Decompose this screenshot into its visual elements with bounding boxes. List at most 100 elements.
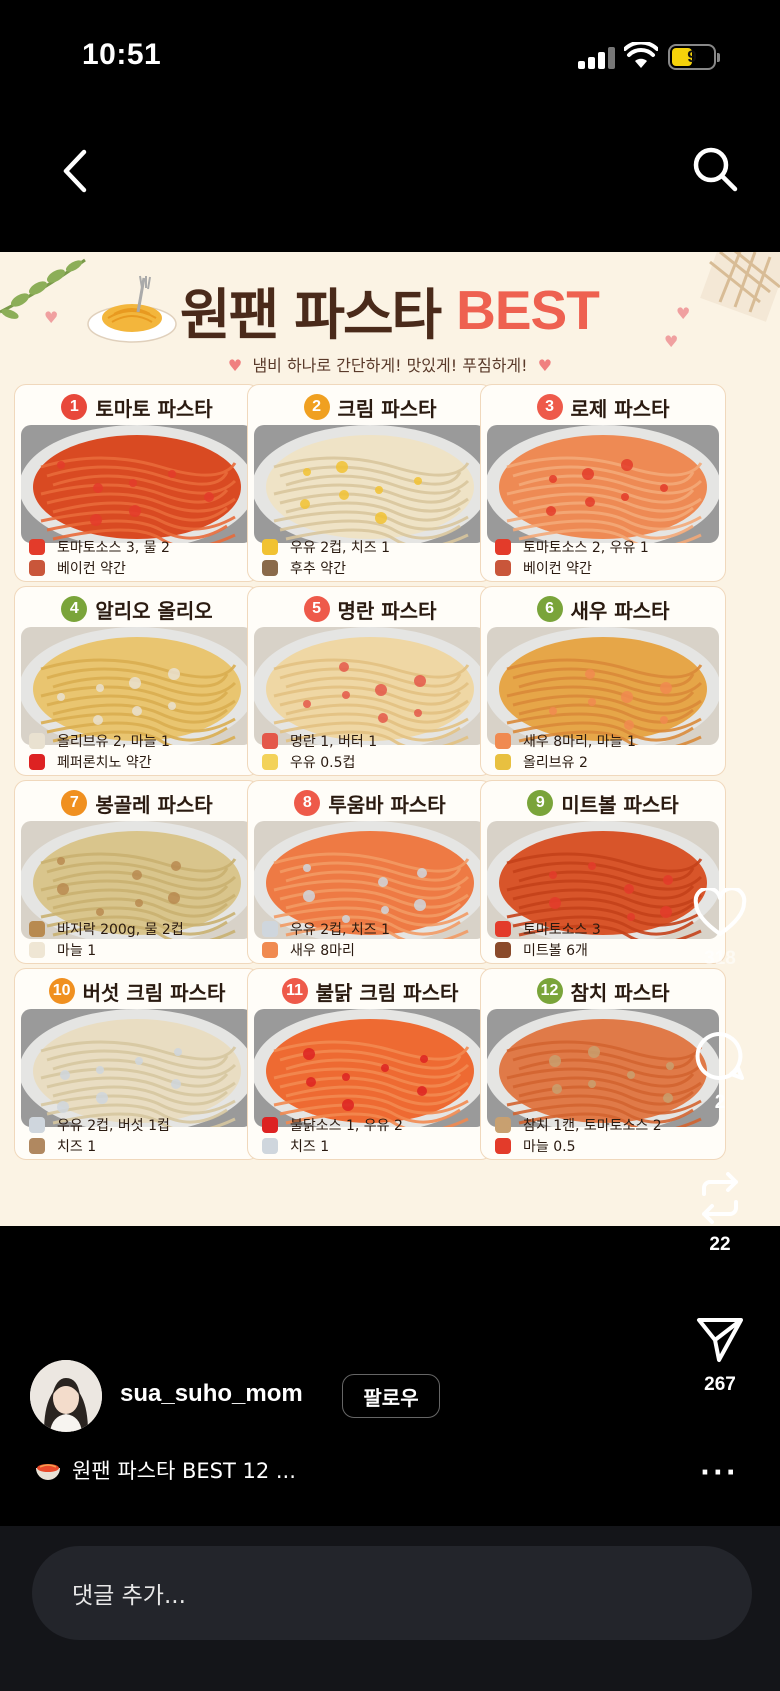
heart-icon[interactable] xyxy=(693,886,747,938)
ingredient-text: 올리브유 2 xyxy=(523,755,588,771)
ingredient-text: 마늘 0.5 xyxy=(523,1139,576,1155)
ingredient-icon xyxy=(262,1117,278,1133)
recipe-card: 4 알리오 올리오 올리브유 2, 마늘 1 페퍼론치노 약간 xyxy=(14,586,260,776)
ingredient-icon xyxy=(262,921,278,937)
repost-count: 22 xyxy=(709,1234,731,1255)
ingredient-line: 토마토소스 2, 우유 1 xyxy=(495,537,715,557)
follow-button[interactable]: 팔로우 xyxy=(342,1374,440,1418)
ingredient-icon xyxy=(495,1138,511,1154)
repost-action[interactable]: 22 xyxy=(680,1172,760,1256)
ingredient-text: 우유 2컵, 치즈 1 xyxy=(290,922,391,938)
ingredient-icon xyxy=(495,942,511,958)
ingredient-line: 명란 1, 버터 1 xyxy=(262,731,482,751)
ingredient-icon xyxy=(29,539,45,555)
pasta-plate-icon xyxy=(87,275,177,343)
recipe-card-title: 2 크림 파스타 xyxy=(248,391,492,423)
ingredient-text: 치즈 1 xyxy=(290,1139,330,1155)
ingredient-line: 페퍼론치노 약간 xyxy=(29,752,249,772)
ingredient-text: 새우 8마리 xyxy=(290,943,355,959)
ingredient-text: 후추 약간 xyxy=(290,561,346,577)
search-icon[interactable] xyxy=(690,144,740,194)
ingredient-text: 토마토소스 3 xyxy=(523,922,601,938)
ingredient-text: 마늘 1 xyxy=(57,943,97,959)
ingredient-line: 우유 2컵, 버섯 1컵 xyxy=(29,1115,249,1135)
pasta-dish-image xyxy=(487,425,719,543)
ingredient-text: 새우 8마리, 마늘 1 xyxy=(523,734,636,750)
recipe-number-badge: 12 xyxy=(536,978,563,1004)
recipe-card: 6 새우 파스타 새우 8마리, 마늘 1 올리브유 2 xyxy=(480,586,726,776)
recipe-card: 7 봉골레 파스타 바지락 200g, 물 2컵 마늘 1 xyxy=(14,780,260,964)
repost-icon[interactable] xyxy=(696,1172,744,1224)
recipe-card: 10 버섯 크림 파스타 우유 2컵, 버섯 1컵 치즈 1 xyxy=(14,968,260,1160)
more-options-icon[interactable]: ··· xyxy=(700,1458,739,1488)
ingredient-line: 베이컨 약간 xyxy=(495,558,715,578)
ingredient-line: 참치 1캔, 토마토소스 2 xyxy=(495,1115,715,1135)
recipe-card: 11 불닭 크림 파스타 불닭소스 1, 우유 2 치즈 1 xyxy=(247,968,493,1160)
recipe-name: 알리오 올리오 xyxy=(95,598,213,623)
post-title-accent: BEST xyxy=(456,279,600,341)
username[interactable]: sua_suho_mom xyxy=(120,1380,303,1408)
recipe-card-title: 9 미트볼 파스타 xyxy=(481,787,725,819)
ingredient-text: 올리브유 2, 마늘 1 xyxy=(57,734,170,750)
ingredient-line: 올리브유 2, 마늘 1 xyxy=(29,731,249,751)
recipe-number-badge: 6 xyxy=(536,596,563,622)
comment-action[interactable]: 2 xyxy=(680,1030,760,1114)
recipe-number-badge: 2 xyxy=(303,394,330,420)
recipe-number-badge: 7 xyxy=(61,790,88,816)
ingredient-line: 우유 0.5컵 xyxy=(262,752,482,772)
ingredient-icon xyxy=(262,942,278,958)
pasta-dish-image xyxy=(254,425,486,543)
ingredient-icon xyxy=(29,942,45,958)
post-image[interactable]: 원팬 파스타 BEST ♥ ♥ ♥ ♥ 냄비 하나로 간단하게! 맛있게! 푸짐… xyxy=(0,252,780,1226)
comment-input[interactable]: 댓글 추가... xyxy=(32,1546,752,1640)
ingredient-text: 불닭소스 1, 우유 2 xyxy=(290,1118,403,1134)
ingredient-icon xyxy=(29,921,45,937)
comment-bubble-icon[interactable] xyxy=(694,1030,746,1082)
recipe-name: 불닭 크림 파스타 xyxy=(315,980,459,1005)
ingredient-icon xyxy=(262,560,278,576)
top-nav xyxy=(0,130,780,220)
post-subtitle: ♥ 냄비 하나로 간단하게! 맛있게! 푸짐하게! ♥ xyxy=(227,356,553,375)
pasta-dish-image xyxy=(487,627,719,745)
ingredient-line: 우유 2컵, 치즈 1 xyxy=(262,919,482,939)
recipe-name: 로제 파스타 xyxy=(570,396,670,421)
ingredient-icon xyxy=(29,754,45,770)
caption-text: 원팬 파스타 BEST 12 ... xyxy=(72,1459,296,1483)
ingredient-icon xyxy=(262,733,278,749)
recipe-card-title: 10 버섯 크림 파스타 xyxy=(15,975,259,1007)
recipe-card-title: 12 참치 파스타 xyxy=(481,975,725,1007)
ingredient-icon xyxy=(262,1138,278,1154)
ingredient-icon xyxy=(495,921,511,937)
recipe-number-badge: 4 xyxy=(61,596,88,622)
napkin-decoration-icon xyxy=(700,252,780,322)
ingredient-line: 마늘 0.5 xyxy=(495,1136,715,1156)
recipe-name: 미트볼 파스타 xyxy=(561,792,679,817)
ingredient-icon xyxy=(262,754,278,770)
ingredient-text: 베이컨 약간 xyxy=(523,561,592,577)
wifi-icon xyxy=(624,42,658,68)
post-subtitle-text: 냄비 하나로 간단하게! 맛있게! 푸짐하게! xyxy=(252,356,528,375)
ingredient-icon xyxy=(495,539,511,555)
recipe-card-title: 8 투움바 파스타 xyxy=(248,787,492,819)
ingredient-text: 참치 1캔, 토마토소스 2 xyxy=(523,1118,662,1134)
like-action[interactable]: 318 xyxy=(680,886,760,970)
ingredient-text: 우유 2컵, 버섯 1컵 xyxy=(57,1118,170,1134)
send-icon[interactable] xyxy=(695,1314,745,1364)
battery-icon: 9 xyxy=(668,44,720,70)
ingredient-text: 치즈 1 xyxy=(57,1139,97,1155)
post-caption[interactable]: 원팬 파스타 BEST 12 ... xyxy=(34,1455,296,1485)
ingredient-text: 우유 2컵, 치즈 1 xyxy=(290,540,391,556)
ingredient-line: 마늘 1 xyxy=(29,940,249,960)
pasta-bowl-icon xyxy=(36,1464,60,1480)
chevron-left-icon[interactable] xyxy=(56,146,96,196)
heart-decoration-icon: ♥ xyxy=(676,304,691,323)
pasta-dish-image xyxy=(254,1009,486,1127)
avatar[interactable] xyxy=(30,1360,102,1432)
ingredient-line: 새우 8마리, 마늘 1 xyxy=(495,731,715,751)
ingredient-icon xyxy=(29,1138,45,1154)
like-count: 318 xyxy=(704,948,736,969)
ingredient-text: 페퍼론치노 약간 xyxy=(57,755,152,771)
status-bar: 10:51 9 xyxy=(0,0,780,120)
recipe-name: 명란 파스타 xyxy=(337,598,437,623)
comment-count: 2 xyxy=(714,1092,726,1113)
